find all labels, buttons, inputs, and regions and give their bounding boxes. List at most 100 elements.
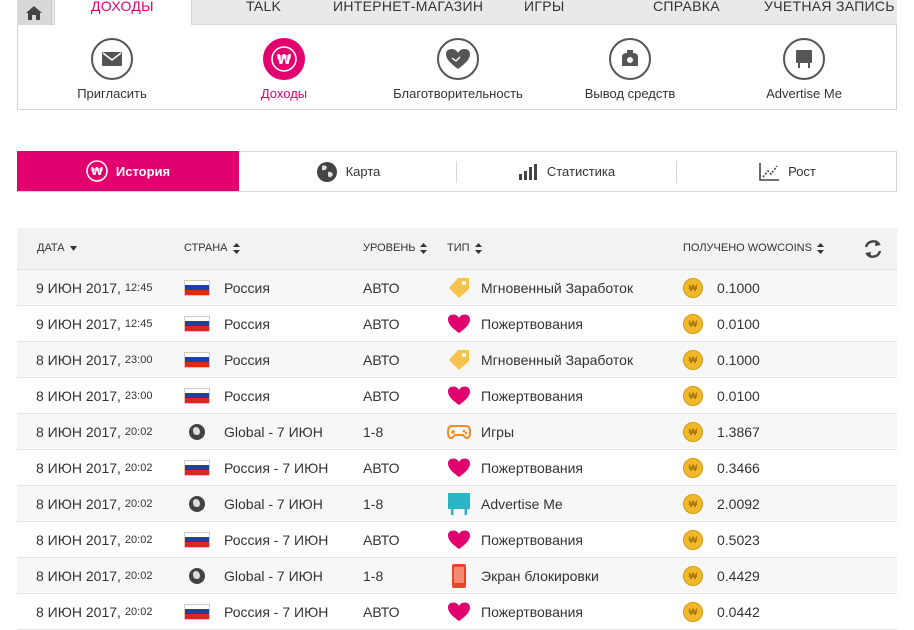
country-text: Россия - 7 ИЮН: [224, 531, 329, 548]
tab-games[interactable]: ИГРЫ: [524, 0, 565, 25]
type-cell: Пожертвования: [481, 522, 583, 557]
subnav-label: Благотворительность: [393, 86, 523, 101]
wowcoin-icon: ₩: [683, 378, 703, 413]
level-cell: АВТО: [363, 378, 400, 413]
time-text: 20:02: [124, 461, 153, 474]
wowcoin-icon: ₩: [683, 522, 703, 557]
country-text: Россия: [224, 351, 270, 368]
tab-account[interactable]: УЧЕТНАЯ ЗАПИСЬ: [764, 0, 895, 25]
type-text: Advertise Me: [481, 495, 563, 512]
svg-text:₩: ₩: [91, 165, 103, 178]
date-text: 9 ИЮН 2017,: [36, 315, 121, 332]
time-text: 12:45: [124, 317, 153, 330]
tab-label: Рост: [788, 164, 816, 179]
growth-chart-icon: [759, 162, 780, 181]
level-cell: АВТО: [363, 306, 400, 341]
amount-text: 0.1000: [717, 279, 760, 296]
time-text: 23:00: [124, 389, 153, 402]
heart-icon: [447, 594, 471, 629]
sort-icon: [232, 242, 240, 254]
time-text: 23:00: [124, 353, 153, 366]
date-cell: 8 ИЮН 2017, 20:02: [36, 450, 152, 485]
tab-map[interactable]: Карта: [239, 152, 457, 191]
sort-received[interactable]: ПОЛУЧЕНО WOWCOINS: [683, 242, 824, 254]
date-cell: 8 ИЮН 2017, 20:02: [36, 594, 152, 629]
sort-icon: [816, 242, 824, 254]
wowcoin-icon: ₩: [263, 38, 305, 80]
subnav-advertise[interactable]: Advertise Me: [759, 38, 849, 101]
type-cell: Мгновенный Заработок: [481, 342, 633, 377]
date-text: 8 ИЮН 2017,: [36, 531, 121, 548]
bar-chart-icon: [518, 163, 537, 180]
tab-talk[interactable]: TALK: [246, 0, 281, 25]
subnav-withdraw[interactable]: Вывод средств: [580, 38, 680, 101]
wowcoin-icon: ₩: [683, 594, 703, 629]
country-text: Global - 7 ИЮН: [224, 567, 323, 584]
amount-text: 0.1000: [717, 351, 760, 368]
level-cell: 1-8: [363, 486, 383, 521]
level-cell: 1-8: [363, 414, 383, 449]
date-text: 8 ИЮН 2017,: [36, 387, 121, 404]
type-cell: Игры: [481, 414, 514, 449]
heart-handshake-icon: [437, 38, 479, 80]
country-cell: Global - 7 ИЮН: [224, 486, 323, 521]
level-text: 1-8: [363, 567, 384, 584]
amount-cell: 0.5023: [717, 522, 760, 557]
russia-flag-icon: [184, 270, 210, 305]
type-cell: Пожертвования: [481, 450, 583, 485]
tab-shop[interactable]: ИНТЕРНЕТ-МАГАЗИН: [333, 0, 483, 25]
country-text: Россия: [224, 387, 270, 404]
russia-flag-icon: [184, 342, 210, 377]
time-text: 20:02: [124, 533, 153, 546]
date-cell: 8 ИЮН 2017, 23:00: [36, 342, 152, 377]
amount-cell: 0.3466: [717, 450, 760, 485]
subnav-label: Пригласить: [77, 86, 147, 101]
subnav-charity[interactable]: Благотворительность: [386, 38, 530, 101]
tab-stats[interactable]: Статистика: [457, 152, 677, 191]
sort-level[interactable]: УРОВЕНЬ: [363, 242, 428, 254]
sort-date[interactable]: ДАТА: [37, 242, 77, 254]
subnav-invite[interactable]: Пригласить: [72, 38, 152, 101]
time-text: 20:02: [124, 569, 153, 582]
tab-history[interactable]: ₩ История: [17, 151, 239, 191]
country-cell: Россия - 7 ИЮН: [224, 594, 328, 629]
earnings-subnav: Пригласить ₩ Доходы Благотворительность …: [17, 25, 897, 110]
type-cell: Advertise Me: [481, 486, 563, 521]
type-text: Пожертвования: [481, 387, 583, 404]
tab-help[interactable]: СПРАВКА: [653, 0, 720, 25]
type-text: Пожертвования: [481, 603, 583, 620]
tab-label: История: [115, 163, 171, 179]
date-text: 8 ИЮН 2017,: [36, 351, 121, 368]
amount-cell: 0.4429: [717, 558, 760, 593]
country-text: Россия - 7 ИЮН: [224, 459, 329, 476]
tab-growth[interactable]: Рост: [677, 152, 897, 191]
home-button[interactable]: [17, 0, 52, 25]
wowcoin-icon: ₩: [683, 558, 703, 593]
heart-icon: [447, 378, 471, 413]
subnav-label: Advertise Me: [766, 86, 842, 101]
tab-dohody[interactable]: ДОХОДЫ: [54, 0, 192, 26]
level-text: АВТО: [363, 387, 400, 404]
table-header: ДАТА СТРАНА УРОВЕНЬ ТИП ПОЛУЧЕНО WOWCOIN…: [17, 228, 897, 270]
country-text: Global - 7 ИЮН: [224, 423, 323, 440]
billboard-icon: [447, 486, 471, 521]
wowcoin-icon: ₩: [683, 270, 703, 305]
country-cell: Россия - 7 ИЮН: [224, 522, 328, 557]
heart-icon: [447, 306, 471, 341]
date-cell: 8 ИЮН 2017, 23:00: [36, 378, 152, 413]
amount-text: 1.3867: [717, 423, 760, 440]
amount-cell: 1.3867: [717, 414, 760, 449]
table-row: 8 ИЮН 2017, 20:02 Global - 7 ИЮН 1-8 Игры ₩1.…: [17, 414, 897, 450]
refresh-button[interactable]: [862, 238, 884, 260]
amount-text: 0.3466: [717, 459, 760, 476]
sort-country[interactable]: СТРАНА: [184, 242, 240, 254]
type-text: Пожертвования: [481, 531, 583, 548]
type-cell: Пожертвования: [481, 306, 583, 341]
level-text: 1-8: [363, 423, 384, 440]
tab-label: Карта: [345, 164, 381, 179]
country-cell: Россия: [224, 378, 270, 413]
subnav-earnings[interactable]: ₩ Доходы: [244, 38, 324, 101]
svg-text:₩: ₩: [277, 53, 292, 68]
sort-type[interactable]: ТИП: [447, 242, 482, 254]
country-text: Россия: [224, 279, 270, 296]
